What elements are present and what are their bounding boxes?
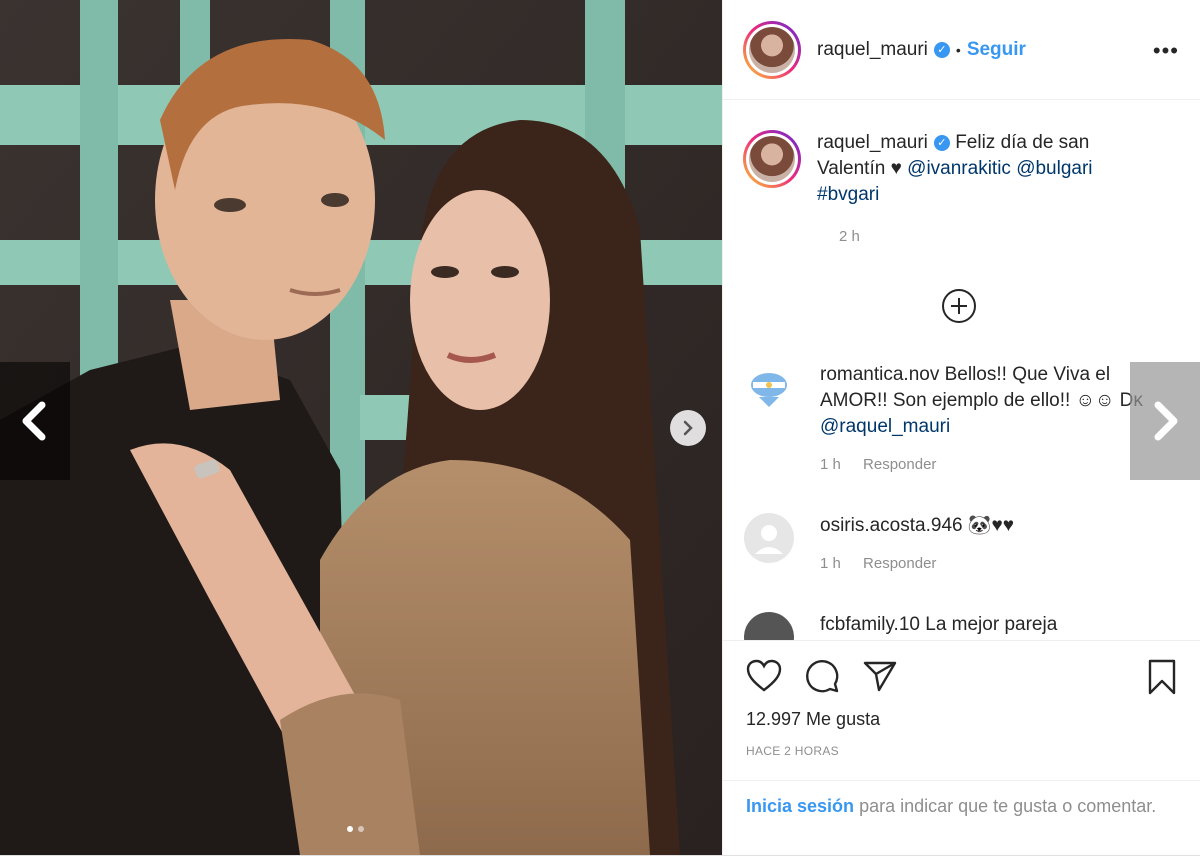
carousel-dot-active <box>347 826 353 832</box>
comment-username[interactable]: osiris.acosta.946 <box>820 515 963 536</box>
comment-item-partial: fcbfamily.10 La mejor pareja <box>744 612 1200 640</box>
heart-icon[interactable] <box>746 659 782 693</box>
verified-badge-icon: ✓ <box>933 41 950 58</box>
mention-link[interactable]: @ivanrakitic <box>907 158 1011 179</box>
comment-time: 1 h <box>820 456 841 473</box>
photo-image <box>0 0 722 855</box>
comment-item: osiris.acosta.946 🐼♥♥ 1 h Responder <box>744 513 1150 577</box>
share-icon[interactable] <box>862 659 898 693</box>
login-text: para indicar que te gusta o comentar. <box>859 796 1157 816</box>
comment-meta: 1 h Responder <box>820 551 1150 577</box>
bottom-divider <box>0 855 1200 863</box>
bookmark-icon[interactable] <box>1146 659 1178 695</box>
caption-avatar[interactable] <box>743 130 801 188</box>
login-link[interactable]: Inicia sesión <box>746 796 854 816</box>
commenter-avatar[interactable] <box>744 513 794 563</box>
post-photo[interactable] <box>0 0 722 855</box>
follow-button[interactable]: Seguir <box>967 39 1026 61</box>
post-header: raquel_mauri ✓ • Seguir ••• <box>723 0 1200 100</box>
comment-item: romantica.nov Bellos!! Que Viva el AMOR!… <box>744 362 1150 478</box>
post-actions: 12.997 Me gusta HACE 2 HORAS <box>722 640 1200 780</box>
header-separator: • <box>955 41 961 58</box>
next-photo-button[interactable] <box>670 410 706 446</box>
avatar-image <box>751 373 787 407</box>
avatar-image <box>749 136 795 182</box>
verified-badge-icon: ✓ <box>933 134 950 151</box>
login-prompt: Inicia sesión para indicar que te gusta … <box>722 780 1200 855</box>
caption-text: raquel_mauri ✓ Feliz día de san Valentín … <box>817 130 1157 208</box>
plus-circle-icon <box>942 289 976 323</box>
carousel-dot <box>358 826 364 832</box>
heart-emoji: ♥ <box>890 158 902 179</box>
comment-body: fcbfamily.10 La mejor pareja <box>820 612 1057 640</box>
comment-body: romantica.nov Bellos!! Que Viva el AMOR!… <box>820 362 1150 478</box>
comment-text: 🐼♥♥ <box>967 515 1015 536</box>
comment-username[interactable]: romantica.nov <box>820 364 939 385</box>
chevron-right-icon <box>1154 401 1178 441</box>
load-more-comments-button[interactable] <box>940 287 978 330</box>
avatar-image <box>749 26 795 73</box>
comment-icon[interactable] <box>804 659 840 693</box>
author-username[interactable]: raquel_mauri <box>817 39 928 61</box>
commenter-avatar[interactable] <box>744 612 794 640</box>
post-caption: raquel_mauri ✓ Feliz día de san Valentín … <box>743 130 1163 245</box>
reply-button[interactable]: Responder <box>863 555 936 572</box>
comment-username[interactable]: fcbfamily.10 <box>820 614 920 635</box>
mention-link[interactable]: @raquel_mauri <box>820 416 950 437</box>
default-avatar-icon <box>747 516 791 560</box>
comment-body: osiris.acosta.946 🐼♥♥ 1 h Responder <box>820 513 1150 577</box>
comment-text: La mejor pareja <box>925 614 1058 635</box>
chevron-left-icon <box>22 401 46 441</box>
likes-count[interactable]: 12.997 Me gusta <box>746 709 880 730</box>
chevron-right-icon <box>683 420 693 436</box>
comment-meta: 1 h Responder <box>820 452 1150 478</box>
caption-time: 2 h <box>839 228 860 245</box>
reply-button[interactable]: Responder <box>863 456 936 473</box>
hashtag-link[interactable]: #bvgari <box>817 184 879 205</box>
more-options-icon[interactable]: ••• <box>1153 38 1179 64</box>
author-avatar[interactable] <box>743 20 801 79</box>
mention-link[interactable]: @bulgari <box>1016 158 1092 179</box>
post-timestamp: HACE 2 HORAS <box>746 744 839 758</box>
comment-time: 1 h <box>820 555 841 572</box>
caption-username[interactable]: raquel_mauri <box>817 132 928 153</box>
previous-photo-button[interactable] <box>0 362 70 480</box>
commenter-avatar[interactable] <box>744 362 794 412</box>
next-post-button[interactable] <box>1130 362 1200 480</box>
carousel-indicator <box>347 826 364 832</box>
